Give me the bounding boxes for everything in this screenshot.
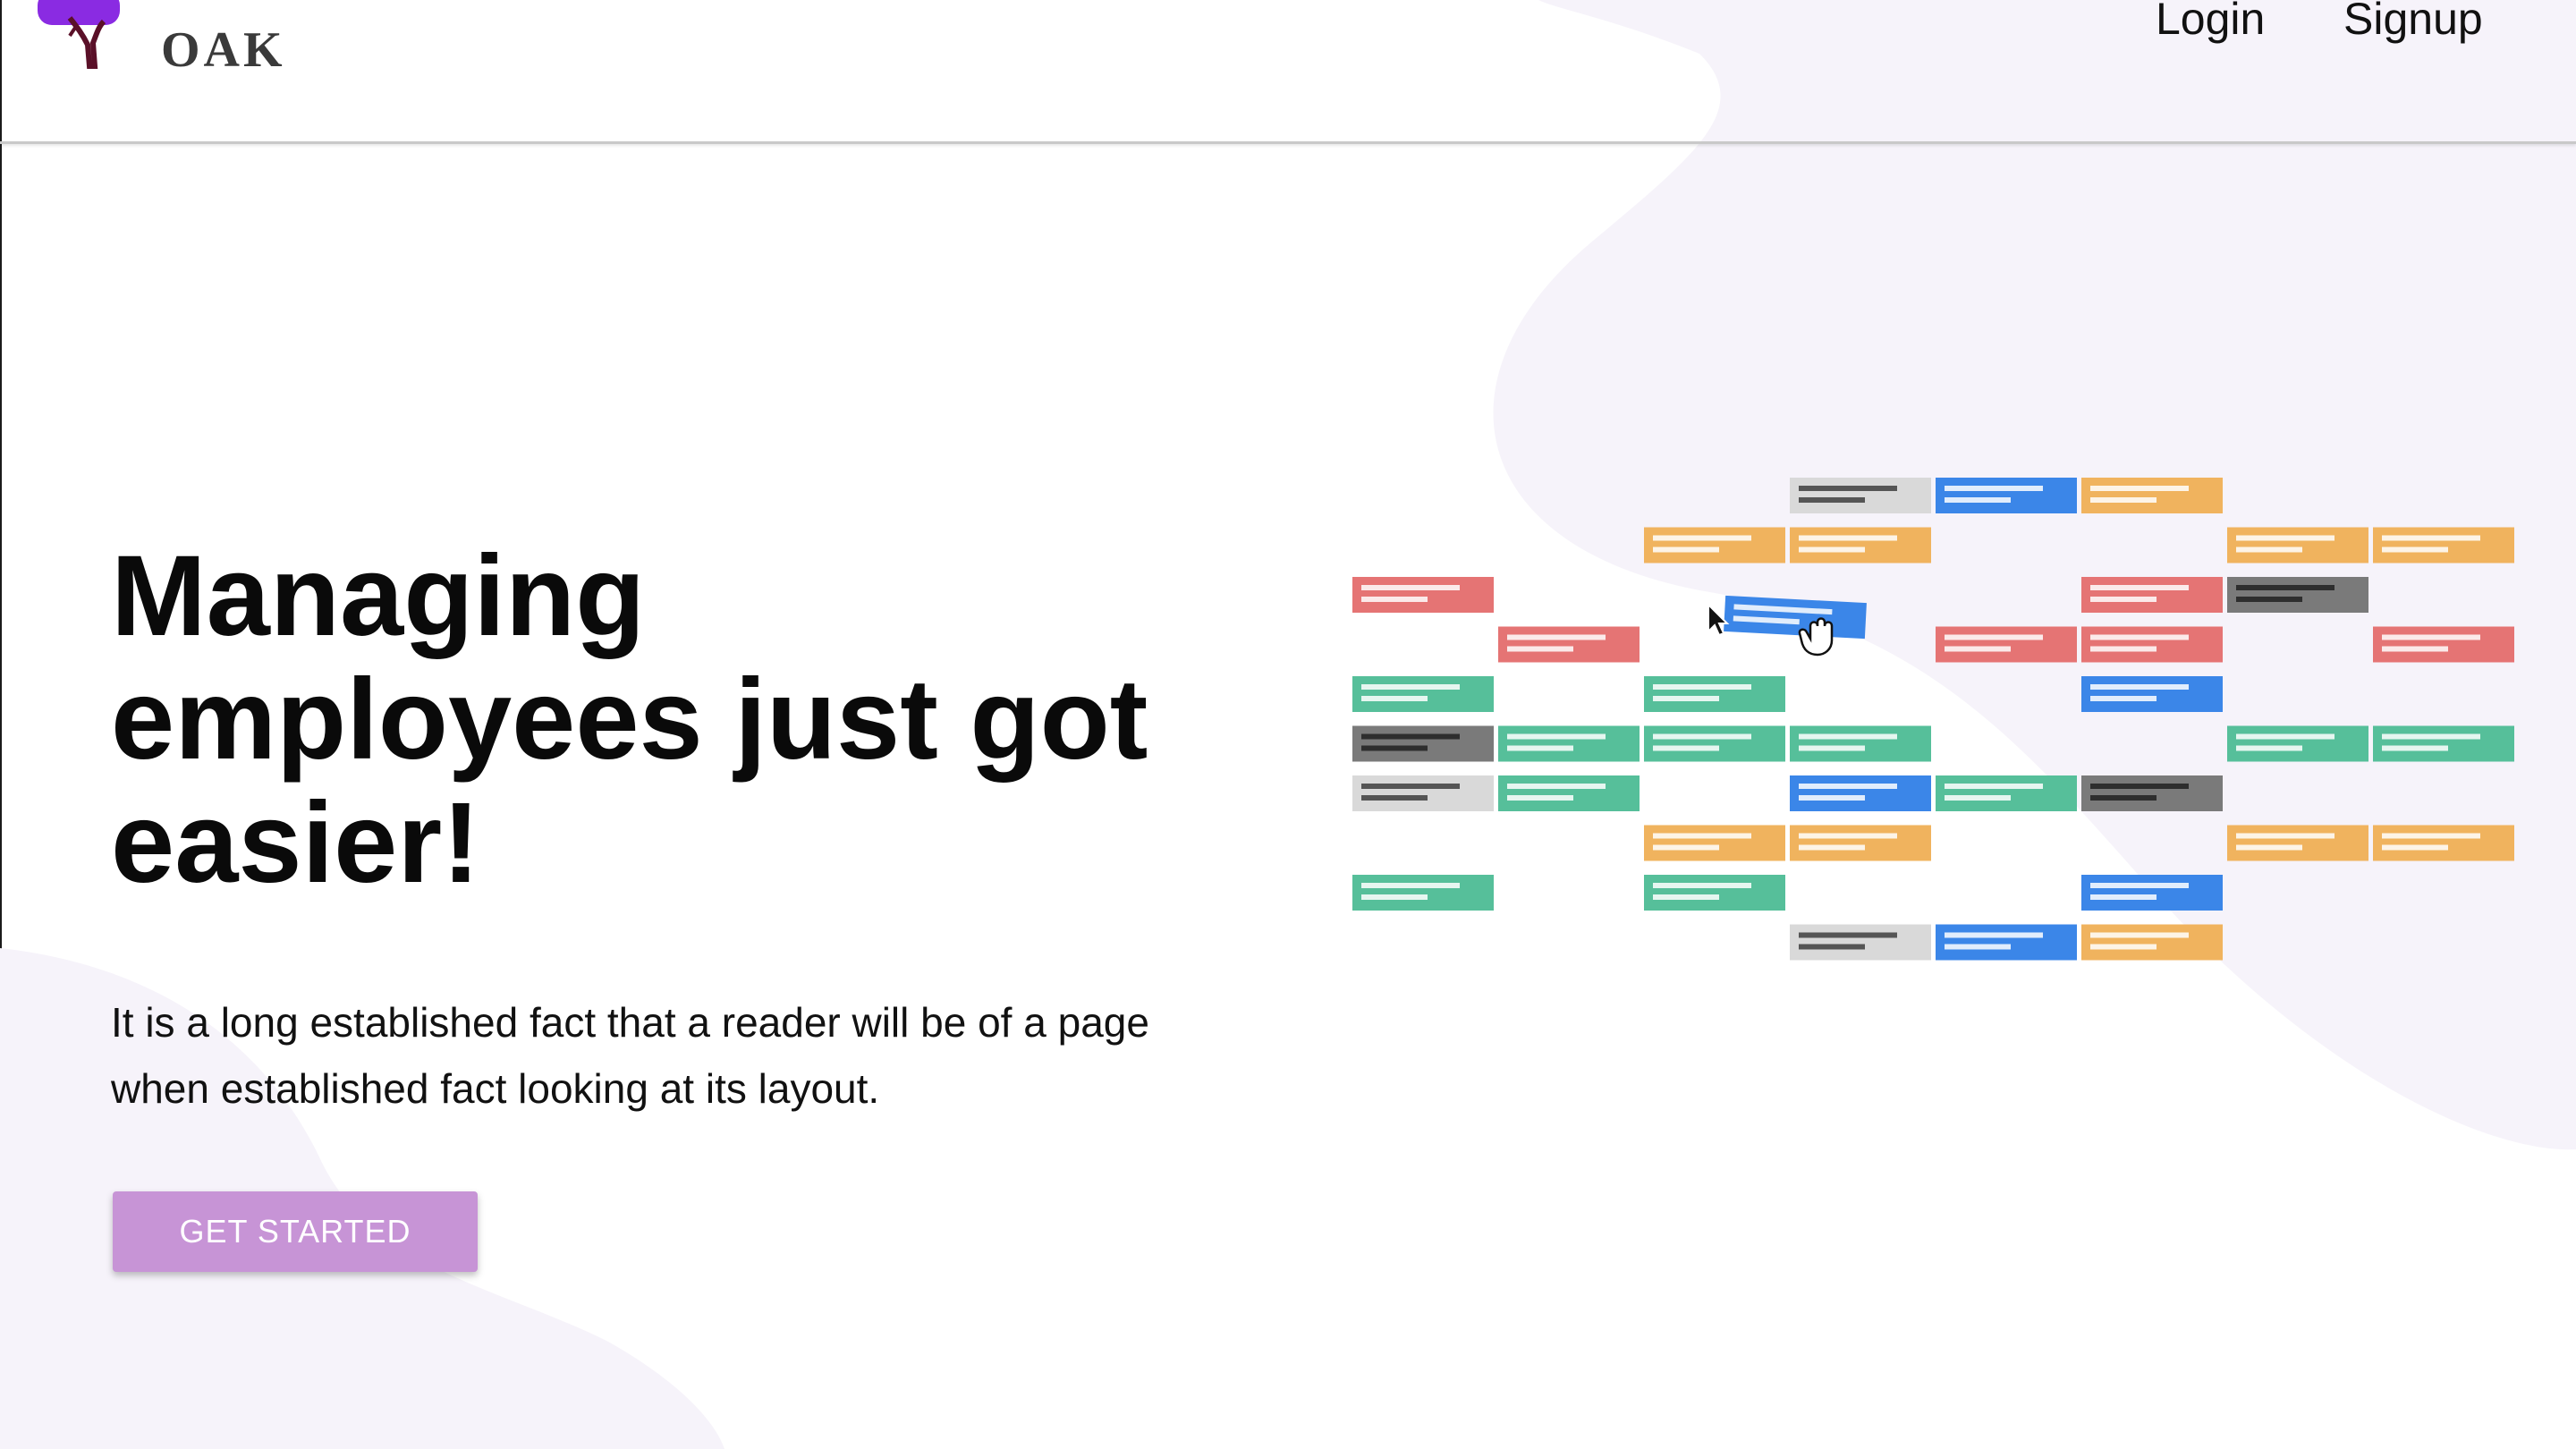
schedule-card (2227, 577, 2368, 613)
schedule-card (2227, 527, 2368, 564)
schedule-card (2081, 924, 2223, 961)
schedule-card (2081, 775, 2223, 811)
schedule-card (1352, 676, 1494, 712)
hero-subtext: It is a long established fact that a rea… (111, 999, 1149, 1112)
schedule-card (2081, 676, 2223, 712)
schedule-card (1790, 725, 1931, 762)
brand-name: OAK (161, 22, 286, 78)
schedule-card (2373, 825, 2514, 861)
login-link[interactable]: Login (2156, 0, 2265, 44)
schedule-card (1936, 626, 2077, 663)
top-nav-bar: OAK Login Signup (0, 0, 2576, 144)
schedule-card (2081, 875, 2223, 911)
schedule-card (1644, 825, 1785, 861)
schedule-card (1790, 924, 1931, 961)
schedule-card (1936, 775, 2077, 811)
schedule-card (1352, 725, 1494, 762)
schedule-card (1790, 478, 1931, 513)
schedule-card (1790, 825, 1931, 861)
schedule-card (1644, 725, 1785, 762)
schedule-card (1936, 478, 2077, 513)
schedule-card (1790, 775, 1931, 811)
schedule-card (2081, 478, 2223, 513)
schedule-card (2081, 626, 2223, 663)
schedule-card (1352, 577, 1494, 613)
hero-headline: Managing employees just got easier! (111, 532, 1148, 907)
schedule-card (1498, 725, 1640, 762)
schedule-card (1644, 875, 1785, 911)
schedule-card (1498, 775, 1640, 811)
schedule-card (2227, 825, 2368, 861)
schedule-card (2227, 725, 2368, 762)
schedule-card (1644, 676, 1785, 712)
schedule-card (2373, 725, 2514, 762)
schedule-card (2373, 626, 2514, 663)
signup-link[interactable]: Signup (2343, 0, 2483, 44)
schedule-card (1352, 875, 1494, 911)
schedule-card (2081, 577, 2223, 613)
schedule-card (1790, 527, 1931, 564)
oak-logo[interactable]: OAK (34, 0, 284, 80)
oak-tree-icon (38, 0, 120, 69)
dragged-schedule-card (1724, 595, 1867, 640)
schedule-card (2373, 527, 2514, 564)
get-started-button[interactable]: GET STARTED (113, 1191, 478, 1272)
schedule-card (1936, 924, 2077, 961)
schedule-card (1352, 775, 1494, 811)
schedule-card (1498, 626, 1640, 663)
schedule-card (1644, 527, 1785, 564)
landing-page: OAK Login Signup Managing employees just… (0, 0, 2576, 1449)
